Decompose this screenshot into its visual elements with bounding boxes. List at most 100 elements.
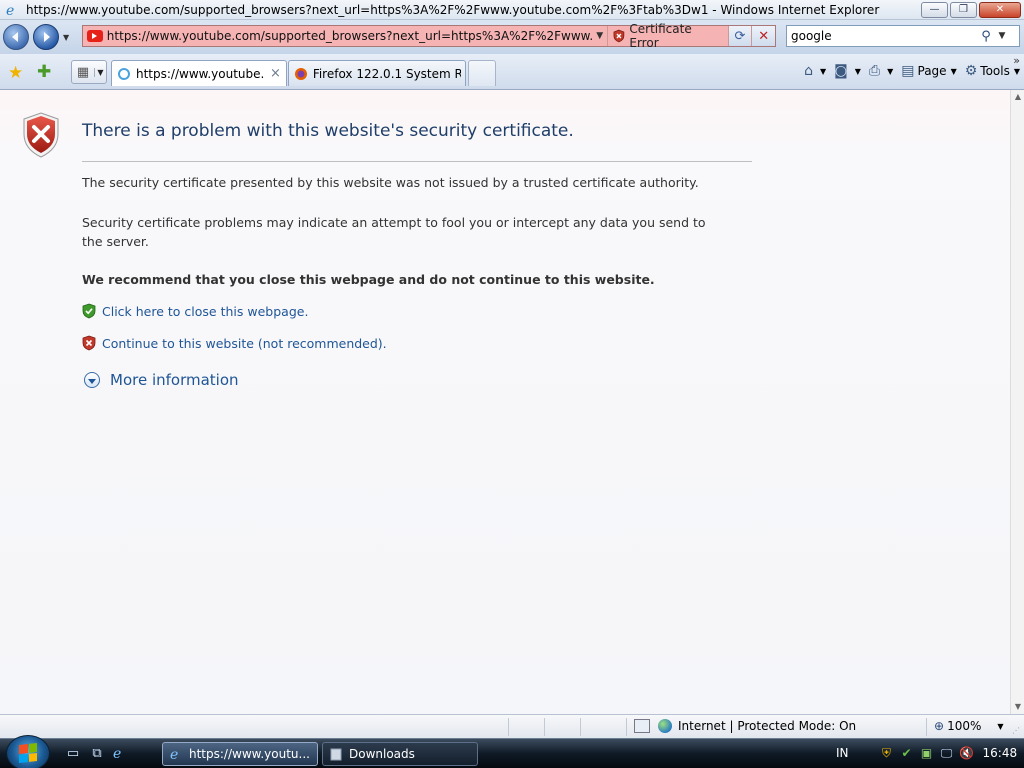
update-icon[interactable]: ✔ xyxy=(899,745,915,761)
tools-menu[interactable]: ⚙ Tools ▼ xyxy=(965,63,1020,79)
start-button[interactable] xyxy=(6,735,50,768)
error-description: The security certificate presented by th… xyxy=(82,175,699,190)
address-url[interactable]: https://www.youtube.com/supported_browse… xyxy=(107,29,593,43)
print-button[interactable]: ⎙ ▼ xyxy=(869,63,893,79)
status-separator xyxy=(926,718,927,736)
show-desktop-icon[interactable]: ▭ xyxy=(64,745,82,761)
folder-icon xyxy=(329,747,343,761)
tools-menu-label: Tools xyxy=(980,64,1010,78)
zoom-icon: ⊕ xyxy=(934,719,945,733)
svg-text:e: e xyxy=(6,3,14,17)
taskbar-button-downloads[interactable]: Downloads xyxy=(322,742,478,766)
chevron-down-icon xyxy=(84,372,100,388)
internet-explorer-icon: e xyxy=(4,2,20,18)
zoom-control[interactable]: ⊕ 100% ▼ xyxy=(934,719,1004,733)
continue-website-row: Continue to this website (not recommende… xyxy=(82,335,387,351)
svg-text:e: e xyxy=(113,746,121,760)
certificate-error-page: There is a problem with this website's s… xyxy=(0,90,1010,714)
command-bar: ⌂ ▼ ◙ ▼ ⎙ ▼ ▤ Page ▼ ⚙ Tools ▼ xyxy=(796,60,1020,82)
stop-icon: ✕ xyxy=(758,28,770,44)
back-button[interactable] xyxy=(3,24,29,50)
taskbar-button-internet-explorer[interactable]: e https://www.youtu... xyxy=(162,742,318,766)
taskbar-button-label: Downloads xyxy=(349,747,415,761)
maximize-button[interactable]: ❐ xyxy=(950,1,977,18)
volume-muted-icon[interactable]: 🔇 xyxy=(959,745,975,761)
title-bar: e https://www.youtube.com/supported_brow… xyxy=(0,0,1024,20)
more-information-toggle[interactable]: More information xyxy=(84,371,239,389)
search-input[interactable] xyxy=(787,29,977,43)
close-tab-icon[interactable]: × xyxy=(270,66,281,81)
chevron-more-icon[interactable]: » xyxy=(1013,54,1020,67)
error-title: There is a problem with this website's s… xyxy=(82,121,574,141)
favorites-star-icon[interactable]: ★ xyxy=(8,63,23,83)
zoom-dropdown[interactable]: ▼ xyxy=(997,722,1003,731)
status-separator xyxy=(544,718,545,736)
green-shield-check-icon xyxy=(82,303,96,319)
search-box[interactable]: ⚲ ▼ xyxy=(786,25,1020,47)
tab-list-dropdown[interactable]: ▼ xyxy=(94,67,106,77)
continue-to-website-link[interactable]: Continue to this website (not recommende… xyxy=(102,336,387,351)
certificate-error-button[interactable]: Certificate Error xyxy=(606,22,728,50)
internet-explorer-icon: e xyxy=(169,747,183,761)
status-separator xyxy=(626,718,627,736)
tab-bar: ★ ✚ ▦ ▼ https://www.youtube.c... × Firef… xyxy=(0,54,1024,90)
tab-firefox-requirements[interactable]: Firefox 122.0.1 System Req... xyxy=(288,60,466,86)
clock[interactable]: 16:48 xyxy=(983,746,1018,760)
taskbar: ▭ ⧉ e e https://www.youtu... Downloads I… xyxy=(0,735,1024,768)
recent-pages-dropdown[interactable]: ▼ xyxy=(63,33,75,42)
status-bar: Internet | Protected Mode: On ⊕ 100% ▼ ⋰ xyxy=(0,714,1024,738)
page-menu-label: Page xyxy=(917,64,947,78)
tab-youtube[interactable]: https://www.youtube.c... × xyxy=(111,60,287,86)
tab-label: Firefox 122.0.1 System Req... xyxy=(312,66,461,81)
language-indicator[interactable]: IN xyxy=(836,746,849,760)
refresh-button[interactable]: ⟳ xyxy=(727,26,752,46)
close-window-button[interactable]: ✕ xyxy=(979,1,1021,18)
protected-mode-icon xyxy=(634,719,650,733)
security-shield-icon[interactable]: ⛨ xyxy=(879,745,895,761)
scroll-up-icon[interactable]: ▲ xyxy=(1011,90,1024,104)
page-menu[interactable]: ▤ Page ▼ xyxy=(901,63,956,79)
add-to-favorites-icon[interactable]: ✚ xyxy=(37,62,51,82)
home-icon: ⌂ xyxy=(804,63,813,79)
globe-icon xyxy=(658,719,672,733)
feeds-button[interactable]: ◙ ▼ xyxy=(834,63,861,79)
stop-button[interactable]: ✕ xyxy=(751,26,775,46)
navigation-bar: ▼ https://www.youtube.com/supported_brow… xyxy=(0,20,1024,54)
more-information-label: More information xyxy=(110,371,239,389)
minimize-button[interactable]: — xyxy=(921,1,948,18)
address-bar[interactable]: https://www.youtube.com/supported_browse… xyxy=(82,22,776,50)
certificate-error-shield-icon xyxy=(613,29,624,43)
new-tab-button[interactable] xyxy=(468,60,496,86)
status-separator xyxy=(580,718,581,736)
home-button[interactable]: ⌂ ▼ xyxy=(804,63,826,79)
search-options-dropdown[interactable]: ▼ xyxy=(995,31,1009,41)
windows-defender-icon[interactable]: ▣ xyxy=(919,745,935,761)
quick-tabs-button[interactable]: ▦ ▼ xyxy=(71,60,107,84)
close-webpage-row: Click here to close this webpage. xyxy=(82,303,308,319)
internet-explorer-quicklaunch-icon[interactable]: e xyxy=(110,745,128,761)
resize-grip-icon[interactable]: ⋰ xyxy=(1012,726,1022,736)
security-zone-label: Internet | Protected Mode: On xyxy=(678,719,857,733)
security-zone[interactable]: Internet | Protected Mode: On xyxy=(634,719,856,733)
page-icon: ▤ xyxy=(901,63,915,79)
close-webpage-link[interactable]: Click here to close this webpage. xyxy=(102,304,308,319)
printer-icon: ⎙ xyxy=(868,63,881,79)
forward-button[interactable] xyxy=(33,24,59,50)
certificate-error-label: Certificate Error xyxy=(629,22,692,50)
loading-icon xyxy=(116,66,132,82)
network-icon[interactable]: 🖵 xyxy=(939,745,955,761)
quick-tabs-grid-icon: ▦ xyxy=(76,64,90,80)
divider xyxy=(82,161,752,162)
svg-text:e: e xyxy=(170,747,178,761)
address-dropdown[interactable]: ▼ xyxy=(593,31,607,41)
window-title: https://www.youtube.com/supported_browse… xyxy=(26,2,880,17)
refresh-icon: ⟳ xyxy=(734,28,746,44)
system-tray: IN ⛨ ✔ ▣ 🖵 🔇 16:48 xyxy=(830,745,1017,761)
search-icon[interactable]: ⚲ xyxy=(977,29,995,44)
recommendation-text: We recommend that you close this webpage… xyxy=(82,272,655,287)
switch-windows-icon[interactable]: ⧉ xyxy=(88,745,106,761)
gear-icon: ⚙ xyxy=(964,63,978,79)
red-shield-x-icon xyxy=(82,335,96,351)
scroll-down-icon[interactable]: ▼ xyxy=(1011,700,1024,714)
vertical-scrollbar[interactable]: ▲ ▼ xyxy=(1010,90,1024,714)
